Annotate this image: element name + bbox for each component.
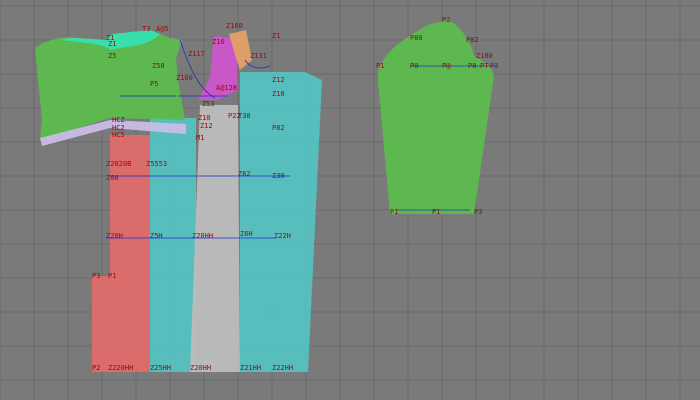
label-skirt-z6h: Z6H (240, 230, 253, 238)
label-skirt-z5h: Z5H (150, 232, 163, 240)
label-sleeve-p8: P8 (468, 62, 476, 70)
label-sleeve-p82: P82 (466, 36, 479, 44)
cyan-center-panel[interactable] (240, 72, 322, 372)
label-center-z160b: Z160 (176, 74, 193, 82)
label-skirt-p3: P3 (92, 272, 100, 280)
label-center-z131: Z131 (250, 52, 267, 60)
label-center-a128: A@128 (216, 84, 237, 92)
label-center-p22: P22 (228, 112, 241, 120)
label-skirt-z2020b: Z2020B (106, 160, 131, 168)
green-sleeve[interactable] (378, 20, 494, 214)
label-skirt-p1: P1 (108, 272, 116, 280)
label-front-hcs: HC5 (112, 131, 125, 139)
label-skirt-z60: Z60 (106, 174, 119, 182)
label-skirt-z20hhb: Z20HH (190, 364, 211, 372)
label-skirt-z220hh: Z220HH (108, 364, 133, 372)
label-skirt-z20h: Z20H (106, 232, 123, 240)
label-front-a: A@5 (156, 25, 169, 33)
label-sleeve-p1: P1 (376, 62, 384, 70)
pink-lower-block[interactable] (92, 276, 110, 372)
label-front-hcz: HCZ (112, 116, 125, 124)
label-skirt-z20hh: Z20HH (192, 232, 213, 240)
label-sleeve-p0: P0 (410, 62, 418, 70)
label-center-m1: M1 (196, 134, 204, 142)
label-center-z10b: Z10 (198, 114, 211, 122)
label-sleeve-p2: P2 (442, 16, 450, 24)
label-center-z1: Z1 (272, 32, 280, 40)
pink-skirt-panel[interactable] (110, 135, 150, 372)
label-front-t3: T3 (142, 25, 150, 33)
label-center-z160: Z160 (226, 22, 243, 30)
label-sleeve-p1b: P1 (390, 208, 398, 216)
label-sleeve-p80: P80 (410, 34, 423, 42)
label-center-z117: Z117 (188, 50, 205, 58)
label-skirt-z62: Z62 (238, 170, 251, 178)
label-sleeve-p1c: P1 (432, 208, 440, 216)
label-skirt-z5553: Z5553 (146, 160, 167, 168)
label-skirt-p2: P2 (92, 364, 100, 372)
label-center-z12b: Z12 (200, 122, 213, 130)
label-front-z5: Z5 (108, 52, 116, 60)
pattern-canvas[interactable]: Z1 Z1 T3 A@5 Z50 Z5 P5 HCZ HC2 HC5 Z160 … (0, 0, 700, 400)
label-skirt-z22h: Z22H (274, 232, 291, 240)
label-center-z53: Z53 (202, 100, 215, 108)
label-front-z1b: Z1 (108, 40, 116, 48)
label-center-z12: Z12 (272, 76, 285, 84)
label-front-z50: Z50 (152, 62, 165, 70)
label-center-p82: P82 (272, 124, 285, 132)
label-skirt-z22hh: Z22HH (272, 364, 293, 372)
label-sleeve-z180: Z180 (476, 52, 493, 60)
label-center-z10: Z10 (272, 90, 285, 98)
label-sleeve-p3b: P3 (474, 208, 482, 216)
label-skirt-z21hh: Z21HH (240, 364, 261, 372)
label-front-p5: P5 (150, 80, 158, 88)
label-center-z16: Z16 (212, 38, 225, 46)
label-skirt-z30: Z30 (272, 172, 285, 180)
label-skirt-z25hh: Z25HH (150, 364, 171, 372)
cyan-skirt-panel[interactable] (150, 118, 196, 372)
label-sleeve-pa: P@ (442, 62, 451, 70)
label-sleeve-p3: P3 (490, 62, 498, 70)
label-sleeve-pt: PT (480, 62, 489, 70)
